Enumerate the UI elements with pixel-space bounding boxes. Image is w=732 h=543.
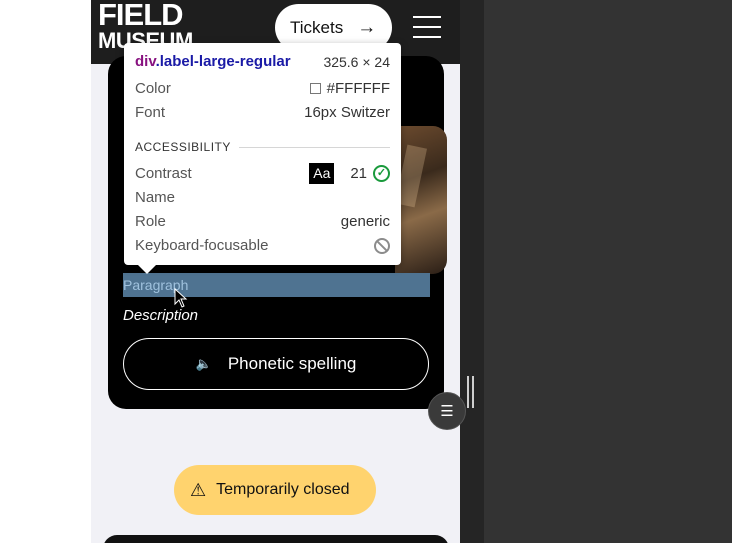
- temporarily-closed-badge: ⚠ Temporarily closed: [174, 465, 376, 515]
- font-value: 16px Switzer: [304, 104, 390, 121]
- color-value: #FFFFFF: [309, 80, 390, 97]
- warning-icon: ⚠: [190, 479, 207, 500]
- role-value: generic: [340, 213, 390, 230]
- mouse-cursor-icon: [174, 288, 188, 308]
- element-dimensions: 325.6 × 24: [323, 53, 390, 70]
- keyboard-focusable-label: Keyboard-focusable: [135, 237, 269, 254]
- name-label: Name: [135, 189, 176, 206]
- element-selector: div.label-large-regular: [135, 53, 291, 70]
- description-text: Description: [123, 307, 199, 324]
- devtools-panel: [484, 0, 732, 543]
- card-image: [395, 126, 447, 274]
- phonetic-spelling-button[interactable]: 🔈 Phonetic spelling: [123, 338, 429, 390]
- viewport-right-margin: [460, 0, 484, 543]
- role-label: Role: [135, 213, 166, 230]
- color-label: Color: [135, 80, 171, 97]
- resize-handle[interactable]: [467, 376, 475, 408]
- inspector-tooltip: div.label-large-regular 325.6 × 24 Color…: [124, 43, 401, 274]
- contrast-value: Aa 21 ✓: [309, 163, 390, 184]
- tooltip-pointer: [138, 265, 156, 274]
- viewport-left-margin: [0, 0, 91, 543]
- arrow-right-icon: →: [357, 16, 377, 38]
- contrast-label: Contrast: [135, 165, 192, 182]
- contrast-sample-badge: Aa: [309, 163, 335, 184]
- not-allowed-icon: [374, 237, 390, 254]
- logo-line-field: FIELD: [98, 0, 184, 32]
- next-card: [103, 535, 449, 543]
- phonetic-spelling-label: Phonetic spelling: [227, 354, 357, 373]
- toggle-list-icon: ☰: [440, 403, 454, 420]
- hamburger-menu-icon[interactable]: [413, 16, 441, 38]
- accessibility-section-title: ACCESSIBILITY: [135, 140, 390, 154]
- font-label: Font: [135, 104, 166, 121]
- color-swatch: [309, 83, 321, 94]
- speaker-icon: 🔈: [195, 356, 212, 371]
- floating-settings-button[interactable]: ☰: [428, 392, 466, 430]
- temporarily-closed-label: Temporarily closed: [216, 481, 350, 498]
- tickets-label: Tickets: [290, 17, 344, 37]
- check-icon: ✓: [373, 165, 390, 182]
